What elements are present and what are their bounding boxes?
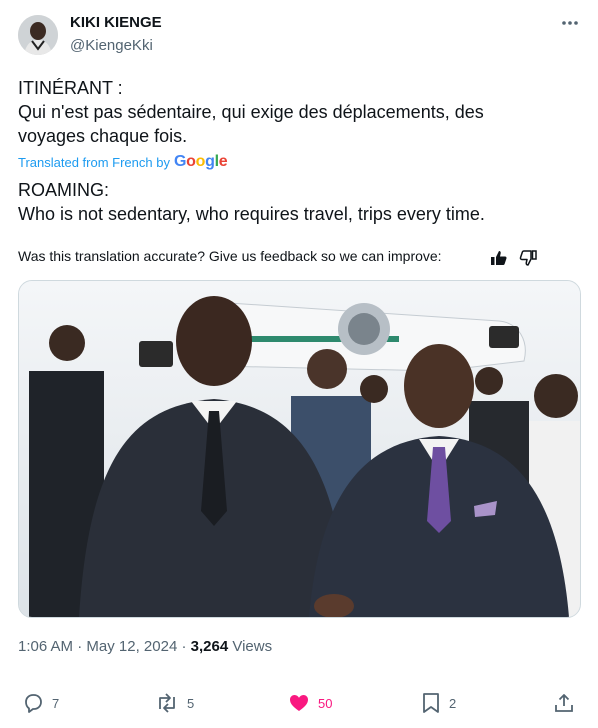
post-timestamp[interactable]: 1:06 AM · May 12, 2024 · 3,264 Views xyxy=(18,638,272,655)
post-original-line: Qui n'est pas sédentaire, qui exige des … xyxy=(18,102,484,122)
heart-icon xyxy=(290,695,308,711)
thumbs-up-icon[interactable] xyxy=(489,248,509,268)
avatar[interactable] xyxy=(18,15,58,55)
bookmark-count: 2 xyxy=(449,695,457,711)
share-button[interactable] xyxy=(553,688,575,718)
post-photo[interactable] xyxy=(18,280,581,618)
repost-button[interactable]: 5 xyxy=(155,688,194,718)
bookmark-button[interactable]: 2 xyxy=(421,688,456,718)
more-options-icon[interactable] xyxy=(557,12,583,34)
post-original-line: voyages chaque fois. xyxy=(18,126,188,146)
bookmark-icon xyxy=(423,693,439,713)
meta-separator: · xyxy=(181,638,187,655)
meta-separator: · xyxy=(77,638,83,655)
post-translation-line: ROAMING: xyxy=(18,180,110,200)
reply-icon xyxy=(25,694,42,713)
post-original-line: ITINÉRANT : xyxy=(18,78,123,98)
share-icon xyxy=(555,694,573,712)
views-label: Views xyxy=(232,638,273,655)
like-count: 50 xyxy=(318,695,333,711)
like-button[interactable]: 50 xyxy=(288,688,332,718)
translation-attribution[interactable]: Translated from French by Google xyxy=(18,153,228,171)
post-translation-line: Who is not sedentary, who requires trave… xyxy=(18,204,485,224)
translation-feedback-prompt: Was this translation accurate? Give us f… xyxy=(18,248,442,264)
repost-count: 5 xyxy=(187,695,195,711)
post-date: May 12, 2024 xyxy=(86,638,178,655)
reply-button[interactable]: 7 xyxy=(22,688,59,718)
user-handle[interactable]: @KiengeKki xyxy=(70,37,153,54)
action-bar: 7 5 50 2 xyxy=(0,688,598,718)
display-name[interactable]: KIKI KIENGE xyxy=(70,14,162,31)
google-logo: Google xyxy=(173,153,228,170)
translated-label: Translated from French by xyxy=(18,154,170,170)
reply-count: 7 xyxy=(52,695,60,711)
views-count: 3,264 xyxy=(190,638,229,655)
thumbs-down-icon[interactable] xyxy=(518,248,538,268)
post-time: 1:06 AM xyxy=(18,638,74,655)
repost-icon xyxy=(159,693,175,713)
